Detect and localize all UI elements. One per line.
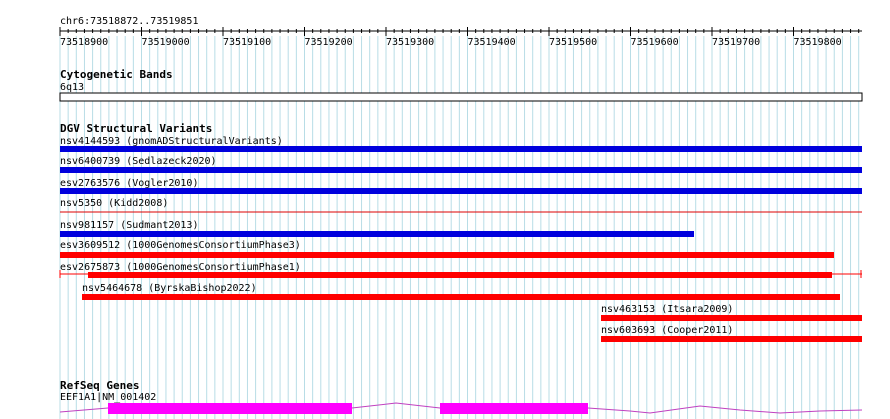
ruler-tick-label: 73519400 — [468, 37, 516, 48]
ruler-tick-label: 73519700 — [712, 37, 760, 48]
variant-bar[interactable] — [88, 272, 832, 278]
gene-exon[interactable] — [440, 403, 588, 414]
ruler-tick-label: 73519000 — [142, 37, 190, 48]
cytoband-track[interactable]: Cytogenetic Bands 6q13 — [59, 68, 863, 102]
cytoband-track-title: Cytogenetic Bands — [60, 68, 173, 81]
ruler-tick-label: 73519600 — [631, 37, 679, 48]
variant-bar[interactable] — [60, 231, 694, 237]
variant-label: nsv463153 (Itsara2009) — [601, 304, 733, 315]
genome-browser-view[interactable]: chr6:73518872..73519851 73518900 73519000… — [0, 0, 890, 419]
variant-label: esv3609512 (1000GenomesConsortiumPhase3) — [60, 240, 301, 251]
cytoband-bar[interactable] — [59, 92, 863, 102]
ruler-tick-label: 73519300 — [386, 37, 434, 48]
dgv-track[interactable]: DGV Structural Variants nsv4144593 (gnom… — [59, 122, 862, 342]
ruler-tick-label: 73519800 — [794, 37, 842, 48]
dgv-track-title: DGV Structural Variants — [60, 122, 212, 135]
variant-label: nsv981157 (Sudmant2013) — [60, 220, 198, 231]
ruler-location: chr6:73518872..73519851 — [60, 16, 198, 27]
gene-label: EEF1A1|NM_001402 — [60, 392, 156, 403]
variant-label: nsv5464678 (ByrskaBishop2022) — [82, 283, 257, 294]
variant-bar[interactable] — [60, 252, 834, 258]
variant-label: esv2675873 (1000GenomesConsortiumPhase1) — [60, 262, 301, 273]
refseq-track[interactable]: RefSeq Genes EEF1A1|NM_001402 — [59, 379, 863, 414]
variant-bar[interactable] — [60, 146, 862, 152]
variant-bar[interactable] — [60, 167, 862, 173]
cytoband-label: 6q13 — [60, 82, 84, 93]
variant-bar[interactable] — [601, 336, 862, 342]
ruler-tick-label: 73519200 — [305, 37, 353, 48]
ruler[interactable]: chr6:73518872..73519851 73518900 73519000… — [59, 16, 862, 48]
ruler-tick-label: 73519100 — [223, 37, 271, 48]
variant-bar[interactable] — [601, 315, 862, 321]
variant-bar[interactable] — [60, 188, 862, 194]
variant-bar[interactable] — [82, 294, 840, 300]
variant-label: nsv4144593 (gnomADStructuralVariants) — [60, 136, 283, 147]
variant-label: esv2763576 (Vogler2010) — [60, 178, 198, 189]
ruler-tick-label: 73518900 — [60, 37, 108, 48]
gene-exon[interactable] — [108, 403, 352, 414]
ruler-tick-label: 73519500 — [549, 37, 597, 48]
refseq-track-title: RefSeq Genes — [60, 379, 139, 392]
variant-label: nsv6400739 (Sedlazeck2020) — [60, 156, 217, 167]
variant-label: nsv5350 (Kidd2008) — [60, 198, 168, 209]
variant-label: nsv603693 (Cooper2011) — [601, 325, 733, 336]
